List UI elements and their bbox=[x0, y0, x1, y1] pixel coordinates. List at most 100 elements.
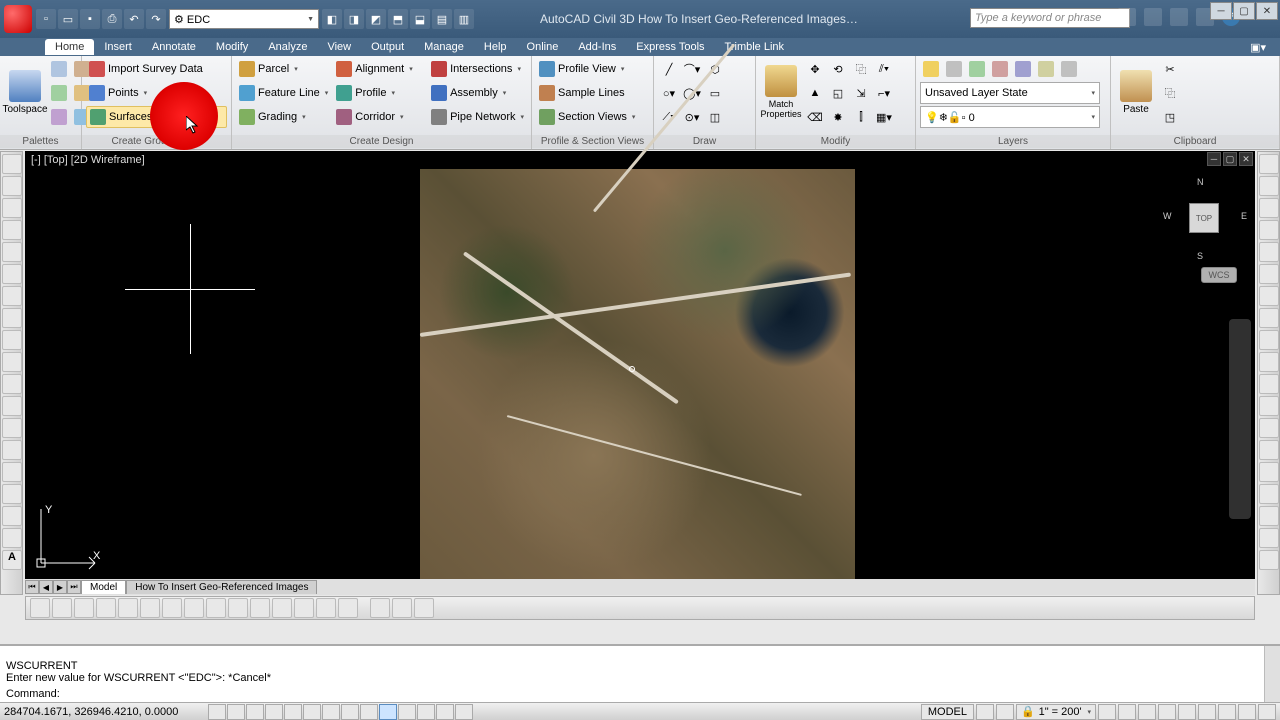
sb-r6[interactable] bbox=[1158, 704, 1176, 720]
surfaces-button[interactable]: Surfaces▾ bbox=[86, 106, 227, 128]
osnap-2[interactable] bbox=[52, 598, 72, 618]
sb-r3[interactable] bbox=[1098, 704, 1116, 720]
feature-line-button[interactable]: Feature Line▾ bbox=[236, 82, 331, 104]
ltb-2[interactable] bbox=[2, 176, 22, 196]
rtb-15[interactable] bbox=[1259, 462, 1279, 482]
profile-view-button[interactable]: Profile View▾ bbox=[536, 58, 649, 80]
section-views-button[interactable]: Section Views▾ bbox=[536, 106, 649, 128]
qat-undo-icon[interactable]: ↶ bbox=[124, 9, 144, 29]
corridor-button[interactable]: Corridor▾ bbox=[333, 106, 426, 128]
alignment-button[interactable]: Alignment▾ bbox=[333, 58, 426, 80]
menu-express[interactable]: Express Tools bbox=[626, 39, 714, 55]
sb-r9[interactable] bbox=[1218, 704, 1236, 720]
trim-button[interactable]: ⫽▾ bbox=[873, 58, 895, 80]
ribbon-minimize-icon[interactable]: ▣▾ bbox=[1240, 39, 1276, 56]
rtb-18[interactable] bbox=[1259, 528, 1279, 548]
grading-button[interactable]: Grading▾ bbox=[236, 106, 331, 128]
coordinates-readout[interactable]: 284704.1671, 326946.4210, 0.0000 bbox=[4, 706, 204, 718]
exchange-icon[interactable] bbox=[1118, 8, 1136, 26]
sb-polar[interactable] bbox=[284, 704, 302, 720]
menu-annotate[interactable]: Annotate bbox=[142, 39, 206, 55]
rtb-14[interactable] bbox=[1259, 440, 1279, 460]
sb-dyn[interactable] bbox=[379, 704, 397, 720]
navigation-bar[interactable] bbox=[1229, 319, 1251, 519]
layer-btn-5[interactable] bbox=[1012, 58, 1034, 80]
parcel-button[interactable]: Parcel▾ bbox=[236, 58, 331, 80]
rtb-13[interactable] bbox=[1259, 418, 1279, 438]
layout-nav-prev[interactable]: ◀ bbox=[39, 580, 53, 594]
osnap-13[interactable] bbox=[294, 598, 314, 618]
qat-redo-icon[interactable]: ↷ bbox=[146, 9, 166, 29]
rotate-button[interactable]: ⟲ bbox=[827, 58, 849, 80]
sb-r7[interactable] bbox=[1178, 704, 1196, 720]
osnap-15[interactable] bbox=[338, 598, 358, 618]
clip-base-button[interactable]: ◳ bbox=[1159, 106, 1181, 128]
palette-btn-5[interactable] bbox=[48, 106, 70, 128]
rtb-19[interactable] bbox=[1259, 550, 1279, 570]
ltb-10[interactable] bbox=[2, 352, 22, 372]
pipe-network-button[interactable]: Pipe Network▾ bbox=[428, 106, 527, 128]
rtb-1[interactable] bbox=[1259, 154, 1279, 174]
layout-tab-1[interactable]: How To Insert Geo-Referenced Images bbox=[126, 580, 317, 594]
qat-print-icon[interactable]: ⎙ bbox=[102, 9, 122, 29]
maximize-button[interactable]: ▢ bbox=[1233, 2, 1255, 20]
osnap-14[interactable] bbox=[316, 598, 336, 618]
profile-button[interactable]: Profile▾ bbox=[333, 82, 426, 104]
ltb-19[interactable]: A bbox=[2, 550, 22, 570]
palette-btn-1[interactable] bbox=[48, 58, 70, 80]
vp-minimize-button[interactable]: ─ bbox=[1207, 152, 1221, 166]
rtb-11[interactable] bbox=[1259, 374, 1279, 394]
sb-r10[interactable] bbox=[1238, 704, 1256, 720]
vp-maximize-button[interactable]: ▢ bbox=[1223, 152, 1237, 166]
layer-btn-6[interactable] bbox=[1035, 58, 1057, 80]
command-window[interactable]: WSCURRENT Enter new value for WSCURRENT … bbox=[0, 644, 1280, 702]
layer-props-button[interactable] bbox=[920, 58, 942, 80]
menu-addins[interactable]: Add-Ins bbox=[568, 39, 626, 55]
points-button[interactable]: Points▾ bbox=[86, 82, 227, 104]
sb-model-button[interactable]: MODEL bbox=[921, 704, 974, 720]
assembly-button[interactable]: Assembly▾ bbox=[428, 82, 527, 104]
rect-button[interactable]: ▭ bbox=[704, 82, 726, 104]
ltb-12[interactable] bbox=[2, 396, 22, 416]
sb-qp[interactable] bbox=[436, 704, 454, 720]
qat-new-icon[interactable]: ▫ bbox=[36, 9, 56, 29]
sb-r1[interactable] bbox=[976, 704, 994, 720]
qat-icon-1[interactable]: ◧ bbox=[322, 9, 342, 29]
menu-analyze[interactable]: Analyze bbox=[258, 39, 317, 55]
ltb-1[interactable] bbox=[2, 154, 22, 174]
menu-modify[interactable]: Modify bbox=[206, 39, 258, 55]
viewport-label[interactable]: [-] [Top] [2D Wireframe] bbox=[31, 154, 145, 166]
rtb-6[interactable] bbox=[1259, 264, 1279, 284]
rtb-4[interactable] bbox=[1259, 220, 1279, 240]
sb-lwt[interactable] bbox=[398, 704, 416, 720]
osnap-4[interactable] bbox=[96, 598, 116, 618]
layer-state-dropdown[interactable]: Unsaved Layer State▾ bbox=[920, 82, 1100, 104]
explode-button[interactable]: ✸ bbox=[827, 106, 849, 128]
move-button[interactable]: ✥ bbox=[804, 58, 826, 80]
favorite-icon[interactable] bbox=[1170, 8, 1188, 26]
panel-title-layers[interactable]: Layers bbox=[916, 135, 1110, 148]
qat-icon-5[interactable]: ⬓ bbox=[410, 9, 430, 29]
layout-tab-model[interactable]: Model bbox=[81, 580, 126, 594]
rtb-3[interactable] bbox=[1259, 198, 1279, 218]
osnap-9[interactable] bbox=[206, 598, 226, 618]
sb-sc[interactable] bbox=[455, 704, 473, 720]
panel-title-ground[interactable]: Create Ground Data bbox=[82, 135, 231, 148]
qat-icon-2[interactable]: ◨ bbox=[344, 9, 364, 29]
ltb-4[interactable] bbox=[2, 220, 22, 240]
array-button[interactable]: ▦▾ bbox=[873, 106, 895, 128]
app-icon[interactable] bbox=[4, 5, 32, 33]
signin-icon[interactable] bbox=[1144, 8, 1162, 26]
menu-output[interactable]: Output bbox=[361, 39, 414, 55]
rtb-5[interactable] bbox=[1259, 242, 1279, 262]
cut-button[interactable]: ✂ bbox=[1159, 58, 1181, 80]
panel-title-modify[interactable]: Modify bbox=[756, 135, 915, 148]
vp-close-button[interactable]: ✕ bbox=[1239, 152, 1253, 166]
osnap-12[interactable] bbox=[272, 598, 292, 618]
sb-ducs[interactable] bbox=[360, 704, 378, 720]
draw-btn-9[interactable]: ◫ bbox=[704, 106, 726, 128]
search-input[interactable]: Type a keyword or phrase bbox=[970, 8, 1130, 28]
panel-title-design[interactable]: Create Design bbox=[232, 135, 531, 148]
osnap-16[interactable] bbox=[370, 598, 390, 618]
layer-btn-7[interactable] bbox=[1058, 58, 1080, 80]
